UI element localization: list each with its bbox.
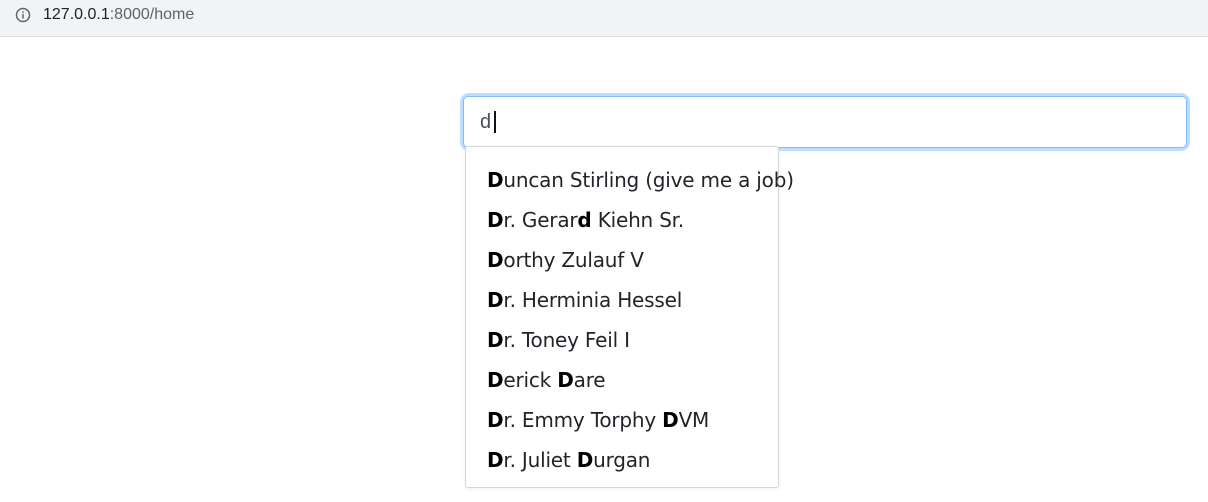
suggestion-text: uncan Stirling (give me a job) [503, 168, 794, 192]
browser-address-bar[interactable]: 127.0.0.1:8000/home [0, 0, 1208, 37]
autocomplete-dropdown: Duncan Stirling (give me a job) Dr. Gerar… [465, 146, 794, 488]
suggestion-item[interactable]: Duncan Stirling (give me a job) [466, 160, 794, 200]
suggestion-text: Kiehn Sr. [591, 208, 685, 232]
suggestion-text: orthy Zulauf V [503, 248, 644, 272]
suggestion-text: erick [503, 368, 558, 392]
suggestion-item[interactable]: Dr. Gerard Kiehn Sr. [466, 200, 778, 240]
suggestion-text: VM [678, 408, 710, 432]
suggestion-text: urgan [593, 448, 651, 472]
match-highlight: D [487, 208, 504, 232]
suggestion-text: r. Herminia Hessel [503, 288, 683, 312]
info-circle-icon[interactable] [15, 7, 31, 23]
match-highlight: D [487, 328, 504, 352]
url-text[interactable]: 127.0.0.1:8000/home [43, 5, 194, 25]
match-highlight: D [662, 408, 679, 432]
suggestion-text: r. Emmy Torphy [503, 408, 663, 432]
suggestion-list: Duncan Stirling (give me a job) Dr. Gerar… [466, 147, 794, 480]
match-highlight: D [487, 368, 504, 392]
suggestion-text: r. Toney Feil I [503, 328, 630, 352]
search-input[interactable] [463, 96, 1187, 148]
match-highlight: D [487, 408, 504, 432]
suggestion-text: r. Juliet [503, 448, 577, 472]
match-highlight: D [487, 448, 504, 472]
match-highlight: D [487, 288, 504, 312]
suggestion-text: r. Gerar [503, 208, 578, 232]
match-highlight: D [557, 368, 574, 392]
text-caret [494, 111, 496, 133]
match-highlight: D [576, 448, 594, 472]
match-highlight: D [487, 168, 504, 192]
search-box [463, 96, 1187, 148]
url-host: 127.0.0.1 [43, 6, 110, 23]
match-highlight: D [487, 248, 504, 272]
suggestion-item[interactable]: Derick Dare [466, 360, 778, 400]
suggestion-item[interactable]: Dr. Juliet Durgan [466, 440, 778, 480]
match-highlight: d [577, 208, 592, 232]
suggestion-item[interactable]: Dorthy Zulauf V [466, 240, 778, 280]
suggestion-item[interactable]: Dr. Herminia Hessel [466, 280, 778, 320]
url-path: :8000/home [109, 6, 195, 23]
suggestion-item[interactable]: Dr. Emmy Torphy DVM [466, 400, 778, 440]
suggestion-item[interactable]: Dr. Toney Feil I [466, 320, 778, 360]
suggestion-text: are [573, 368, 606, 392]
